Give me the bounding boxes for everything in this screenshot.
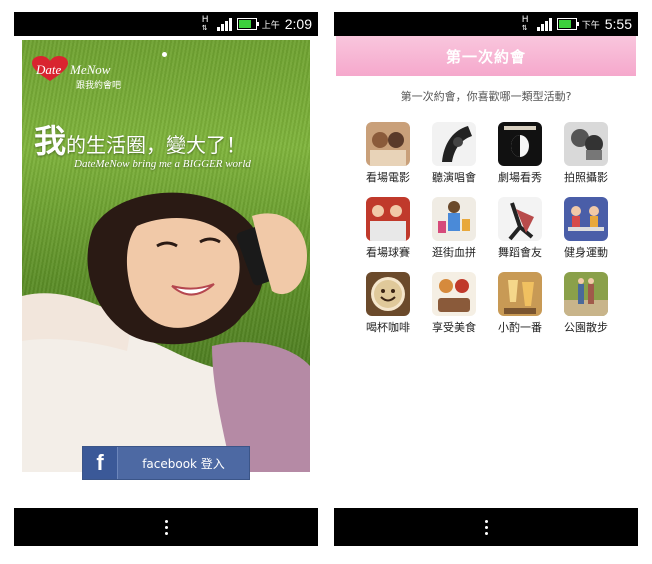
menu-dots-icon[interactable] [484, 519, 488, 535]
activity-fitness[interactable]: 健身運動 [554, 197, 618, 260]
activity-ballgame[interactable]: 看場球賽 [356, 197, 420, 260]
data-arrows: ⇅ [521, 24, 528, 32]
headline-rest: 的生活圈，變大了！ [66, 133, 247, 157]
activity-shopping[interactable]: 逛街血拼 [422, 197, 486, 260]
theater-icon [498, 122, 542, 166]
logo-subtitle: 跟我約會吧 [76, 81, 122, 91]
activity-coffee[interactable]: 喝杯咖啡 [356, 272, 420, 335]
clock-time: 5:55 [604, 16, 632, 32]
movie-icon [366, 122, 410, 166]
activity-label: 享受美食 [432, 321, 476, 334]
time-period: 上午 [261, 20, 280, 31]
activity-label: 健身運動 [564, 246, 608, 259]
headline-emphasis: 我 [34, 122, 67, 160]
activity-label: 拍照攝影 [564, 171, 608, 184]
menu-dots-icon[interactable] [164, 519, 168, 535]
data-network-label: H [201, 15, 209, 25]
camera-icon [564, 122, 608, 166]
login-screen: H ⇅ 上午 2:09 Date MeNow 跟我約會吧 我的生活圈，變大了！ … [14, 0, 318, 564]
activity-label: 喝杯咖啡 [366, 321, 410, 334]
activity-food[interactable]: 享受美食 [422, 272, 486, 335]
dance-icon [498, 197, 542, 241]
data-network-label: H [521, 15, 529, 25]
activity-photography[interactable]: 拍照攝影 [554, 122, 618, 185]
page-title: 第一次約會 [445, 47, 526, 66]
concert-icon [432, 122, 476, 166]
data-transfer-icon: H ⇅ [520, 15, 532, 33]
logo-menow-text: MeNow [70, 62, 111, 77]
battery-icon [236, 18, 259, 30]
battery-icon [556, 18, 579, 30]
first-date-screen: H ⇅ 下午 5:55 第一次約會 第一次約會，你喜歡哪一類型活動? 看場電影 [334, 0, 638, 564]
activity-dance[interactable]: 舞蹈會友 [488, 197, 552, 260]
page-indicator [162, 52, 167, 57]
woman-on-phone-photo [22, 192, 310, 472]
activity-label: 舞蹈會友 [498, 246, 542, 259]
activity-park[interactable]: 公園散步 [554, 272, 618, 335]
activity-grid: 看場電影 聽演唱會 劇場看秀 拍照攝影 看場球賽 逛街血拼 舞蹈會友 健身運動 … [356, 122, 626, 335]
activity-movie[interactable]: 看場電影 [356, 122, 420, 185]
status-bar: H ⇅ 上午 2:09 [14, 12, 318, 36]
hero-headline: 我的生活圈，變大了！ [34, 116, 246, 162]
ballgame-icon [366, 197, 410, 241]
activity-label: 公園散步 [564, 321, 608, 334]
signal-strength-icon [216, 17, 232, 31]
question-text: 第一次約會，你喜歡哪一類型活動? [400, 90, 572, 103]
time-period: 下午 [581, 20, 600, 31]
activity-drinks[interactable]: 小酌一番 [488, 272, 552, 335]
status-bar: H ⇅ 下午 5:55 [334, 12, 638, 36]
activity-label: 聽演唱會 [432, 171, 476, 184]
activity-label: 看場電影 [366, 171, 410, 184]
system-nav-bar [14, 508, 318, 546]
activity-label: 小酌一番 [498, 321, 542, 334]
system-nav-bar [334, 508, 638, 546]
facebook-login-button[interactable]: f facebook 登入 [82, 446, 250, 480]
activity-theater[interactable]: 劇場看秀 [488, 122, 552, 185]
shopping-icon [432, 197, 476, 241]
facebook-login-label: facebook 登入 [142, 456, 225, 471]
signal-strength-icon [536, 17, 552, 31]
activity-label: 逛街血拼 [432, 246, 476, 259]
drinks-icon [498, 272, 542, 316]
park-icon [564, 272, 608, 316]
title-bar: 第一次約會 [336, 36, 636, 76]
facebook-icon: f [83, 447, 118, 479]
activity-label: 看場球賽 [366, 246, 410, 259]
data-transfer-icon: H ⇅ [200, 15, 212, 33]
fitness-icon [564, 197, 608, 241]
hero-tagline: DateMeNow bring me a BIGGER world [74, 158, 251, 170]
activity-concert[interactable]: 聽演唱會 [422, 122, 486, 185]
logo-date-text: Date [36, 62, 62, 77]
splash-hero: Date MeNow 跟我約會吧 我的生活圈，變大了！ DateMeNow br… [22, 40, 310, 472]
food-icon [432, 272, 476, 316]
activity-selection: 第一次約會 第一次約會，你喜歡哪一類型活動? 看場電影 聽演唱會 劇場看秀 拍照… [334, 36, 638, 506]
coffee-icon [366, 272, 410, 316]
clock-time: 2:09 [284, 16, 312, 32]
data-arrows: ⇅ [201, 24, 208, 32]
activity-label: 劇場看秀 [498, 171, 542, 184]
